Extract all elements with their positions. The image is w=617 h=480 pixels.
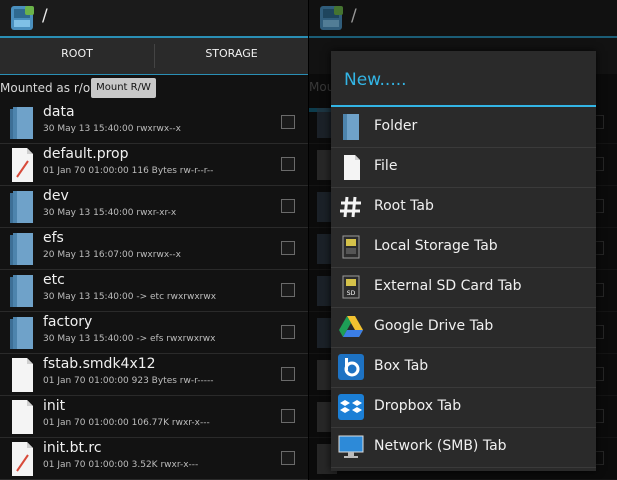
- file-row[interactable]: default.prop 01 Jan 70 01:00:00 116 Bytes…: [0, 144, 308, 186]
- file-name: factory: [43, 314, 93, 330]
- file-row[interactable]: fstab.smdk4x12 01 Jan 70 01:00:00 923 Byt…: [0, 354, 308, 396]
- file-icon: [344, 155, 360, 180]
- file-row[interactable]: etc 30 May 13 15:40:00 -> etc rwxrwxrwx: [0, 270, 308, 312]
- select-checkbox[interactable]: [281, 241, 295, 255]
- file-meta: 01 Jan 70 01:00:00 3.52K rwxr-x---: [43, 460, 199, 470]
- file-row[interactable]: factory 30 May 13 15:40:00 -> efs rwxrwxr…: [0, 312, 308, 354]
- folder-icon: [10, 191, 33, 223]
- svg-text:SD: SD: [347, 290, 356, 297]
- file-meta: 01 Jan 70 01:00:00 106.77K rwxr-x---: [43, 418, 210, 428]
- file-icon: [12, 442, 33, 476]
- file-row[interactable]: init.bt.rc 01 Jan 70 01:00:00 3.52K rwxr-…: [0, 438, 308, 480]
- file-icon: [12, 358, 33, 392]
- file-meta: 20 May 13 16:07:00 rwxrwx--x: [43, 250, 181, 260]
- menu-item-box-tab[interactable]: Box Tab: [331, 347, 596, 388]
- file-row[interactable]: init 01 Jan 70 01:00:00 106.77K rwxr-x---: [0, 396, 308, 438]
- menu-item-label: Dropbox Tab: [374, 398, 462, 414]
- folder-icon: [10, 233, 33, 265]
- select-checkbox[interactable]: [281, 199, 295, 213]
- file-name: data: [43, 104, 75, 120]
- file-name: fstab.smdk4x12: [43, 356, 156, 372]
- tab-storage[interactable]: STORAGE: [155, 38, 308, 74]
- app-icon[interactable]: [8, 4, 36, 32]
- dropbox-icon: [338, 394, 364, 420]
- tab-bar: ROOT STORAGE: [0, 38, 308, 112]
- select-checkbox[interactable]: [281, 451, 295, 465]
- menu-item-external-sd-card-tab[interactable]: SD External SD Card Tab: [331, 267, 596, 308]
- file-meta: 30 May 13 15:40:00 -> etc rwxrwxrwx: [43, 292, 217, 302]
- file-row[interactable]: data 30 May 13 15:40:00 rwxrwx--x: [0, 102, 308, 144]
- menu-item-dropbox-tab[interactable]: Dropbox Tab: [331, 387, 596, 428]
- hash-icon: [340, 196, 361, 218]
- dialog-title: New.....: [344, 70, 407, 90]
- file-meta: 01 Jan 70 01:00:00 923 Bytes rw-r-----: [43, 376, 214, 386]
- menu-item-label: Network (SMB) Tab: [374, 438, 507, 454]
- select-checkbox[interactable]: [281, 157, 295, 171]
- file-meta: 01 Jan 70 01:00:00 116 Bytes rw-r--r--: [43, 166, 214, 176]
- menu-item-label: External SD Card Tab: [374, 278, 522, 294]
- file-meta: 30 May 13 15:40:00 rwxr-xr-x: [43, 208, 177, 218]
- file-icon: [12, 148, 33, 182]
- mount-rw-button[interactable]: Mount R/W: [91, 78, 156, 98]
- menu-item-label: Google Drive Tab: [374, 318, 494, 334]
- current-path: /: [42, 6, 48, 26]
- file-row[interactable]: dev 30 May 13 15:40:00 rwxr-xr-x: [0, 186, 308, 228]
- menu-item-folder[interactable]: Folder: [331, 107, 596, 148]
- file-name: init: [43, 398, 66, 414]
- menu-item-google-drive-tab[interactable]: Google Drive Tab: [331, 307, 596, 348]
- mount-status-text: Mounted as r/o: [0, 81, 91, 95]
- select-checkbox[interactable]: [281, 325, 295, 339]
- folder-icon: [343, 114, 359, 140]
- tab-bar-divider: [0, 74, 308, 75]
- new-item-dialog: New..... Folder File Root Tab Local Storage…: [331, 51, 596, 471]
- menu-item-network-smb-tab[interactable]: Network (SMB) Tab: [331, 427, 596, 468]
- select-checkbox[interactable]: [281, 283, 295, 297]
- mount-status-bar: Mounted as r/o Mount R/W: [0, 76, 308, 101]
- file-name: etc: [43, 272, 65, 288]
- menu-item-label: File: [374, 158, 398, 174]
- file-row[interactable]: efs 20 May 13 16:07:00 rwxrwx--x: [0, 228, 308, 270]
- menu-item-label: Local Storage Tab: [374, 238, 498, 254]
- file-name: default.prop: [43, 146, 129, 162]
- menu-item-label: Folder: [374, 118, 418, 134]
- file-meta: 30 May 13 15:40:00 rwxrwx--x: [43, 124, 181, 134]
- folder-icon: [10, 107, 33, 139]
- menu-item-label: Box Tab: [374, 358, 429, 374]
- folder-icon: [10, 275, 33, 307]
- external-sd-icon: SD: [342, 275, 360, 299]
- select-checkbox[interactable]: [281, 409, 295, 423]
- action-bar: /: [0, 0, 308, 36]
- select-checkbox[interactable]: [281, 367, 295, 381]
- sd-card-icon: [342, 235, 360, 259]
- network-monitor-icon: [338, 435, 364, 458]
- file-browser-left: / ROOT STORAGE Mounted as r/o Mount R/W …: [0, 0, 308, 480]
- google-drive-icon: [339, 316, 363, 337]
- menu-item-file[interactable]: File: [331, 147, 596, 188]
- file-name: dev: [43, 188, 69, 204]
- file-name: efs: [43, 230, 64, 246]
- menu-item-local-storage-tab[interactable]: Local Storage Tab: [331, 227, 596, 268]
- menu-item-label: Root Tab: [374, 198, 434, 214]
- box-icon: [338, 354, 364, 380]
- select-checkbox[interactable]: [281, 115, 295, 129]
- file-name: init.bt.rc: [43, 440, 102, 456]
- menu-item-root-tab[interactable]: Root Tab: [331, 187, 596, 228]
- folder-icon: [10, 317, 33, 349]
- file-meta: 30 May 13 15:40:00 -> efs rwxrwxrwx: [43, 334, 216, 344]
- file-icon: [12, 400, 33, 434]
- tab-root[interactable]: ROOT: [0, 38, 154, 74]
